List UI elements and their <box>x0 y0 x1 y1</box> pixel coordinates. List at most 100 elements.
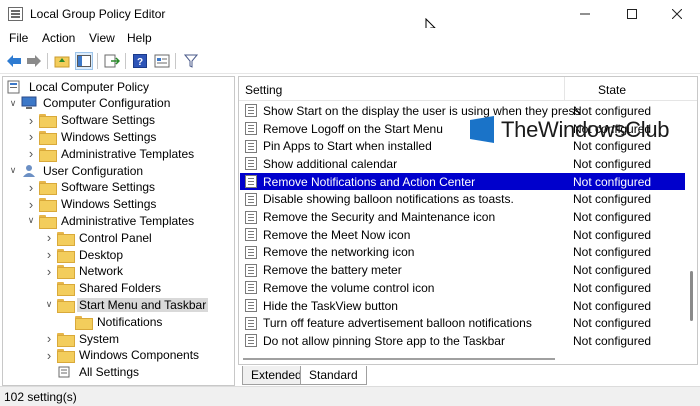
chevron-right-icon[interactable]: › <box>25 129 37 144</box>
table-row[interactable]: Turn off feature advertisement balloon n… <box>240 314 685 332</box>
tree-item[interactable]: › Control Panel <box>43 229 154 246</box>
menu-view[interactable]: View <box>89 31 115 45</box>
export-list-button[interactable] <box>103 52 121 70</box>
filter-icon <box>184 54 198 68</box>
tree-item[interactable]: Local Computer Policy <box>5 78 151 95</box>
chevron-down-icon[interactable]: ∨ <box>25 215 37 227</box>
tree-item[interactable]: ∨ Start Menu and Taskbar <box>43 296 209 313</box>
properties-button[interactable] <box>153 52 171 70</box>
policy-setting-icon <box>245 281 257 295</box>
tree-item[interactable]: › Windows Settings <box>25 128 158 145</box>
table-row[interactable]: Remove the volume control icon Not config… <box>240 279 685 297</box>
policy-setting-icon <box>245 210 257 224</box>
tree-item[interactable]: › Windows Settings <box>25 196 158 213</box>
tree-item[interactable]: › Software Settings <box>25 112 157 129</box>
console-tree[interactable]: Local Computer Policy ∨ Computer Configura… <box>2 76 235 386</box>
column-header-state[interactable]: State <box>598 83 626 97</box>
table-row[interactable]: Remove the battery meter Not configured <box>240 261 685 279</box>
table-row[interactable]: Do not allow pinning Store app to the Ta… <box>240 332 685 350</box>
tree-item-label: Start Menu and Taskbar <box>77 297 209 312</box>
table-row[interactable]: Hide the TaskView button Not configured <box>240 297 685 315</box>
computer-icon <box>21 96 37 110</box>
tree-item[interactable]: ∨ User Configuration <box>7 162 145 179</box>
window-title: Local Group Policy Editor <box>30 7 166 21</box>
tree-item-label: Computer Configuration <box>43 96 171 111</box>
chevron-right-icon[interactable]: › <box>43 331 55 346</box>
tab-standard[interactable]: Standard <box>300 366 367 385</box>
policy-setting-icon <box>245 104 257 118</box>
tree-item[interactable]: ∨ Computer Configuration <box>7 95 172 112</box>
tree-item[interactable]: All Settings <box>43 364 141 381</box>
menu-help[interactable]: Help <box>127 31 152 45</box>
folder-icon <box>57 282 75 297</box>
setting-state: Not configured <box>573 298 652 313</box>
chevron-down-icon[interactable]: ∨ <box>7 165 19 177</box>
chevron-right-icon[interactable]: › <box>25 113 37 128</box>
close-icon <box>672 9 682 19</box>
table-row[interactable]: Disable showing balloon notifications as… <box>240 191 685 209</box>
computer-policy-icon <box>7 80 20 93</box>
back-button[interactable] <box>5 52 23 70</box>
tree-item[interactable]: ∨ Administrative Templates <box>25 212 196 229</box>
tree-item-label: Software Settings <box>61 180 156 195</box>
vertical-scroll-thumb[interactable] <box>690 271 693 321</box>
folder-icon <box>39 130 57 145</box>
tree-item-label: Local Computer Policy <box>29 79 150 94</box>
folder-up-icon <box>54 56 70 68</box>
table-row[interactable]: Remove the Security and Maintenance icon… <box>240 208 685 226</box>
setting-state: Not configured <box>573 174 652 189</box>
help-button[interactable]: ? <box>131 52 149 70</box>
table-row[interactable]: Remove the Meet Now icon Not configured <box>240 226 685 244</box>
chevron-right-icon[interactable]: › <box>25 197 37 212</box>
filter-button[interactable] <box>182 52 200 70</box>
column-divider[interactable] <box>564 77 565 101</box>
table-row[interactable]: Remove Notifications and Action Center No… <box>240 172 685 191</box>
tree-item[interactable]: › Network <box>43 263 125 280</box>
show-hide-tree-button[interactable] <box>75 52 93 70</box>
tree-item[interactable]: Shared Folders <box>43 280 163 297</box>
tree-item[interactable]: › Windows Components <box>43 347 201 364</box>
tree-item-label: Software Settings <box>61 113 156 128</box>
minimize-button[interactable] <box>562 0 608 28</box>
menu-file[interactable]: File <box>9 31 28 45</box>
setting-state: Not configured <box>573 263 652 278</box>
table-row[interactable]: Show additional calendar Not configured <box>240 155 685 173</box>
close-button[interactable] <box>654 0 700 28</box>
chevron-right-icon[interactable]: › <box>25 180 37 195</box>
table-row[interactable]: Remove the networking icon Not configured <box>240 244 685 262</box>
title-bar[interactable]: Local Group Policy Editor <box>0 0 700 28</box>
app-icon <box>8 7 23 21</box>
horizontal-scroll-thumb[interactable] <box>243 358 555 360</box>
setting-state: Not configured <box>573 210 652 225</box>
maximize-button[interactable] <box>609 0 655 28</box>
setting-name: Show additional calendar <box>263 156 398 171</box>
chevron-down-icon[interactable]: ∨ <box>7 97 19 109</box>
chevron-right-icon[interactable]: › <box>43 230 55 245</box>
setting-state: Not configured <box>573 316 652 331</box>
folder-icon <box>39 114 57 129</box>
tree-item-label: Desktop <box>79 247 124 262</box>
setting-name: Turn off feature advertisement balloon n… <box>263 316 532 331</box>
chevron-down-icon[interactable]: ∨ <box>43 299 55 311</box>
folder-icon <box>39 181 57 196</box>
horizontal-scrollbar[interactable] <box>239 354 686 364</box>
tree-item[interactable]: › Software Settings <box>25 179 157 196</box>
minimize-icon <box>580 13 590 15</box>
chevron-right-icon[interactable]: › <box>43 348 55 363</box>
tree-item-label: Network <box>79 264 124 279</box>
toolbar-separator <box>125 53 126 69</box>
tree-item[interactable]: Notifications <box>61 313 164 330</box>
chevron-right-icon[interactable]: › <box>43 247 55 262</box>
menu-action[interactable]: Action <box>42 31 75 45</box>
tree-item[interactable]: › Desktop <box>43 246 125 263</box>
column-header-setting[interactable]: Setting <box>245 83 282 97</box>
policy-setting-icon <box>245 192 257 206</box>
tree-item[interactable]: › System <box>43 330 121 347</box>
forward-button[interactable] <box>25 52 43 70</box>
tree-item[interactable]: › Administrative Templates <box>25 145 196 162</box>
chevron-right-icon[interactable]: › <box>25 146 37 161</box>
tree-item-label: System <box>79 331 120 346</box>
chevron-right-icon[interactable]: › <box>43 264 55 279</box>
up-one-level-button[interactable] <box>53 52 71 70</box>
